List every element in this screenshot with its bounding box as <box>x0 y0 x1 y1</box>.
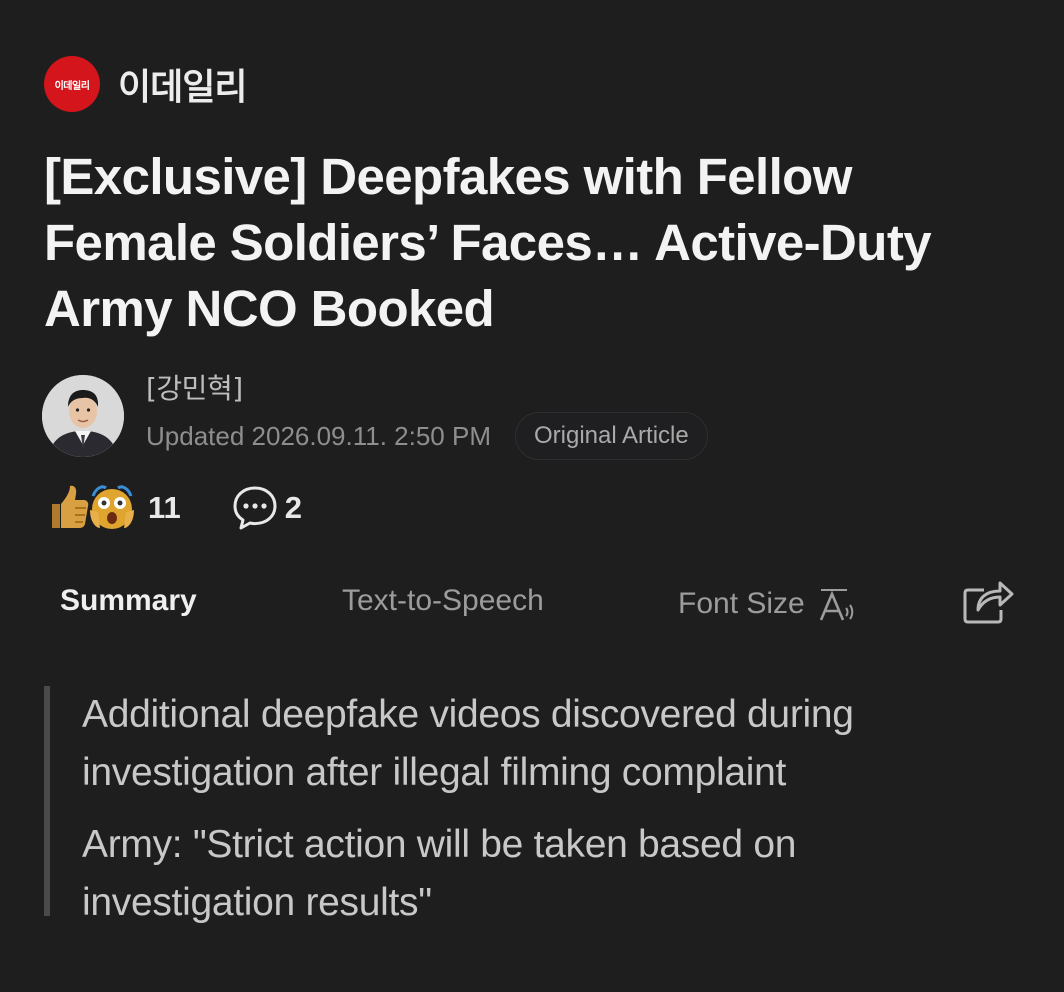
publisher-name[interactable]: 이데일리 <box>118 58 247 110</box>
author-block: [강민혁] Updated 2026.09.11. 2:50 PM Origin… <box>42 372 708 460</box>
comment-count: 2 <box>284 490 303 525</box>
text-to-speech-button[interactable]: Text-to-Speech <box>342 584 544 618</box>
thumbs-up-icon <box>52 485 89 528</box>
publisher-header[interactable]: 이데일리 이데일리 <box>44 56 247 112</box>
font-size-button[interactable]: Font Size <box>678 584 857 624</box>
article-toolbar: Summary Text-to-Speech Font Size <box>0 576 1064 632</box>
shocked-face-icon <box>90 485 134 529</box>
reaction-count: 11 <box>148 490 181 525</box>
reaction-emojis[interactable] <box>46 482 138 534</box>
font-size-label: Font Size <box>678 587 805 620</box>
reaction-bar: 11 2 <box>46 482 302 534</box>
share-icon[interactable] <box>960 576 1016 626</box>
author-name[interactable]: [강민혁] <box>146 372 708 412</box>
author-avatar[interactable] <box>42 375 124 457</box>
summary-line-1: Additional deepfake videos discovered du… <box>82 693 854 794</box>
summary-tab[interactable]: Summary <box>60 584 197 618</box>
summary-line-2: Army: "Strict action will be taken based… <box>82 823 797 924</box>
publisher-logo[interactable]: 이데일리 <box>44 56 100 112</box>
updated-timestamp: Updated 2026.09.11. 2:50 PM <box>146 420 491 451</box>
article-summary: Additional deepfake videos discovered du… <box>44 686 1004 924</box>
font-size-icon <box>819 589 853 621</box>
comment-icon[interactable] <box>231 484 279 532</box>
original-article-button[interactable]: Original Article <box>515 412 708 460</box>
article-headline: [Exclusive] Deepfakes with Fellow Female… <box>44 148 932 337</box>
